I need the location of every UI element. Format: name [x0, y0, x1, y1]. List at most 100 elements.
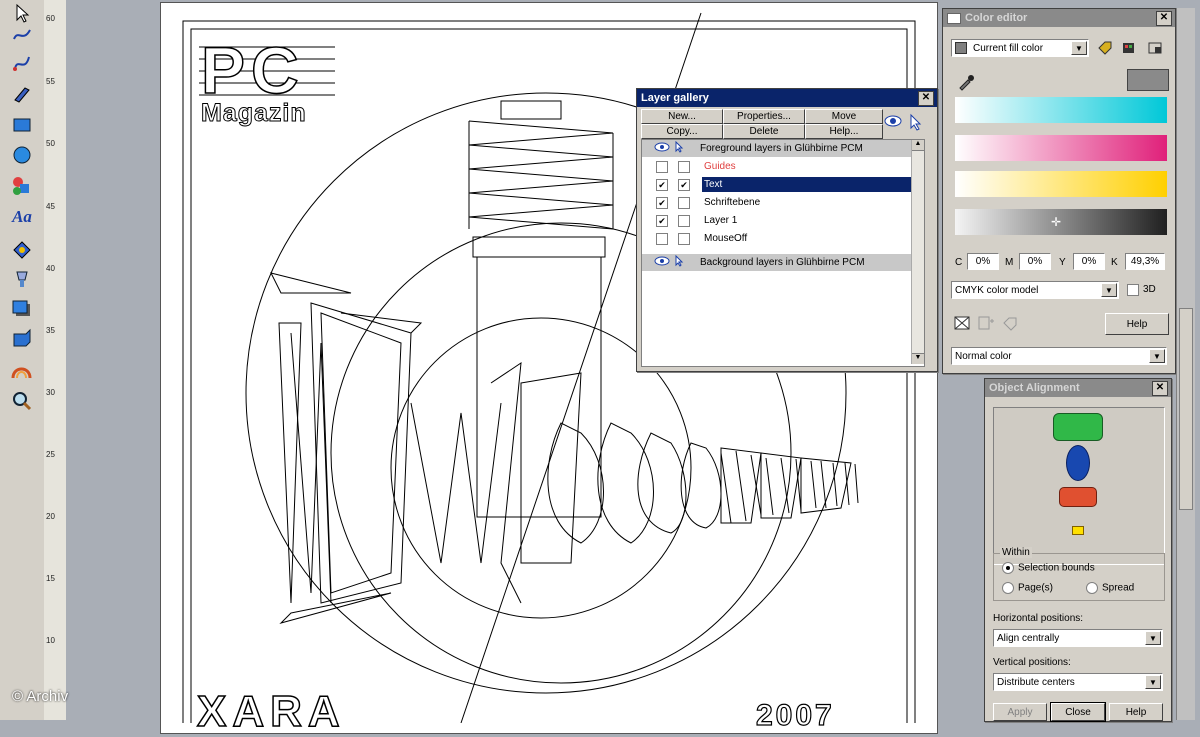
edit-color-icon[interactable] [1001, 315, 1019, 334]
ruler-tick: 50 [46, 139, 55, 148]
yellow-slider[interactable] [955, 171, 1167, 197]
color-help-button[interactable]: Help [1105, 313, 1169, 335]
y-value-field[interactable]: 0% [1073, 253, 1105, 270]
right-scrollbar[interactable] [1176, 8, 1195, 720]
pointer-icon[interactable] [907, 113, 925, 133]
chevron-down-icon[interactable]: ▼ [1101, 283, 1117, 297]
ellipse-icon[interactable] [8, 142, 36, 168]
rectangle-icon[interactable] [8, 112, 36, 138]
freehand-icon[interactable] [8, 22, 36, 48]
scroll-up-icon[interactable]: ▲ [912, 140, 924, 151]
copy-layer-button[interactable]: Copy... [641, 124, 723, 139]
k-value-field[interactable]: 49,3% [1125, 253, 1165, 270]
background-layer-group[interactable]: Background layers in Glühbirne PCM [642, 254, 916, 271]
m-value-field[interactable]: 0% [1019, 253, 1051, 270]
fill-color-select[interactable]: Current fill color ▼ [951, 39, 1089, 57]
chevron-down-icon[interactable]: ▼ [1145, 631, 1161, 645]
color-type-select[interactable]: Normal color ▼ [951, 347, 1167, 365]
layer-row-guides[interactable]: Guides [642, 158, 916, 175]
eyedropper-icon[interactable] [957, 73, 975, 94]
close-icon[interactable]: ✕ [1156, 11, 1172, 26]
move-layer-button[interactable]: Move [805, 109, 883, 124]
shape-icon[interactable] [8, 172, 36, 198]
cyan-slider[interactable] [955, 97, 1167, 123]
selection-bounds-radio[interactable]: Selection bounds [1002, 562, 1095, 574]
close-icon[interactable]: ✕ [1152, 381, 1168, 396]
color-model-select[interactable]: CMYK color model ▼ [951, 281, 1119, 299]
color-editor-titlebar[interactable]: Color editor ✕ [943, 9, 1175, 27]
close-icon[interactable]: ✕ [918, 91, 934, 106]
apply-button[interactable]: Apply [993, 703, 1047, 721]
fill-icon[interactable] [8, 236, 36, 262]
dropper-tag-icon[interactable] [1097, 41, 1113, 58]
layer-properties-button[interactable]: Properties... [723, 109, 805, 124]
spread-radio[interactable]: Spread [1086, 582, 1134, 594]
slider-handle-icon[interactable]: ✛ [1051, 215, 1061, 229]
bezier-icon[interactable] [8, 50, 36, 76]
extrude-icon[interactable] [8, 326, 36, 352]
chevron-down-icon[interactable]: ▼ [1071, 41, 1087, 55]
m-label: M [1005, 257, 1014, 268]
transparency-icon[interactable] [8, 266, 36, 292]
text-tool-icon[interactable]: Aa [8, 204, 36, 230]
pages-radio[interactable]: Page(s) [1002, 582, 1053, 594]
visible-checkbox[interactable] [656, 232, 668, 245]
vertical-positions-select[interactable]: Distribute centers ▼ [993, 673, 1163, 691]
scroll-thumb[interactable] [1179, 308, 1193, 510]
layer-row-text[interactable]: ✔ ✔ Text [642, 176, 916, 193]
locked-checkbox[interactable] [678, 196, 690, 209]
blend-icon[interactable] [8, 358, 36, 384]
no-color-icon[interactable] [953, 315, 971, 334]
eye-icon [654, 256, 674, 269]
k-label: K [1111, 257, 1118, 268]
scroll-down-icon[interactable]: ▼ [912, 353, 924, 364]
layer-row-schriftebene[interactable]: ✔ Schriftebene [642, 194, 916, 211]
chevron-down-icon[interactable]: ▼ [1149, 349, 1165, 363]
object-alignment-titlebar[interactable]: Object Alignment ✕ [985, 379, 1171, 397]
locked-checkbox[interactable]: ✔ [678, 178, 690, 191]
layer-row-mouseoff[interactable]: MouseOff [642, 230, 916, 247]
ruler-tick: 55 [46, 77, 55, 86]
magenta-slider[interactable] [955, 135, 1167, 161]
visible-checkbox[interactable]: ✔ [656, 178, 668, 191]
3d-checkbox[interactable] [1127, 284, 1139, 296]
horizontal-positions-select[interactable]: Align centrally ▼ [993, 629, 1163, 647]
palette-icon[interactable] [1121, 41, 1137, 58]
layer-row-layer1[interactable]: ✔ Layer 1 [642, 212, 916, 229]
layer-help-button[interactable]: Help... [805, 124, 883, 139]
ruler-tick: 60 [46, 14, 55, 23]
new-color-icon[interactable] [977, 315, 995, 334]
horizontal-positions-value: Align centrally [997, 632, 1060, 644]
visible-checkbox[interactable] [656, 160, 668, 173]
foreground-layer-group[interactable]: Foreground layers in Glühbirne PCM [642, 140, 916, 157]
visible-checkbox[interactable]: ✔ [656, 196, 668, 209]
object-alignment-title: Object Alignment [989, 382, 1080, 394]
preview-green-shape [1053, 413, 1103, 441]
delete-layer-button[interactable]: Delete [723, 124, 805, 139]
preview-red-shape [1059, 487, 1097, 507]
layer-gallery-titlebar[interactable]: Layer gallery ✕ [637, 89, 937, 107]
pen-icon[interactable] [8, 80, 36, 106]
layer-list-scrollbar[interactable]: ▲ ▼ [911, 140, 924, 364]
locked-checkbox[interactable] [678, 232, 690, 245]
layout-icon[interactable] [1147, 41, 1163, 58]
logo-magazin: Magazin [201, 99, 307, 128]
ruler-tick: 35 [46, 326, 55, 335]
key-slider[interactable]: ✛ [955, 209, 1167, 235]
tool-panel: Aa [0, 0, 45, 720]
new-layer-button[interactable]: New... [641, 109, 723, 124]
vertical-positions-value: Distribute centers [997, 676, 1075, 688]
locked-checkbox[interactable] [678, 160, 690, 173]
copyright-watermark: © Archiv [12, 688, 69, 705]
locked-checkbox[interactable] [678, 214, 690, 227]
alignment-help-button[interactable]: Help [1109, 703, 1163, 721]
c-value-field[interactable]: 0% [967, 253, 999, 270]
eye-icon[interactable] [883, 113, 903, 133]
visible-checkbox[interactable]: ✔ [656, 214, 668, 227]
shadow-icon[interactable] [8, 296, 36, 322]
chevron-down-icon[interactable]: ▼ [1145, 675, 1161, 689]
ruler-tick: 20 [46, 512, 55, 521]
close-button[interactable]: Close [1050, 702, 1106, 722]
zoom-icon[interactable] [8, 388, 36, 414]
alignment-preview [993, 407, 1165, 565]
